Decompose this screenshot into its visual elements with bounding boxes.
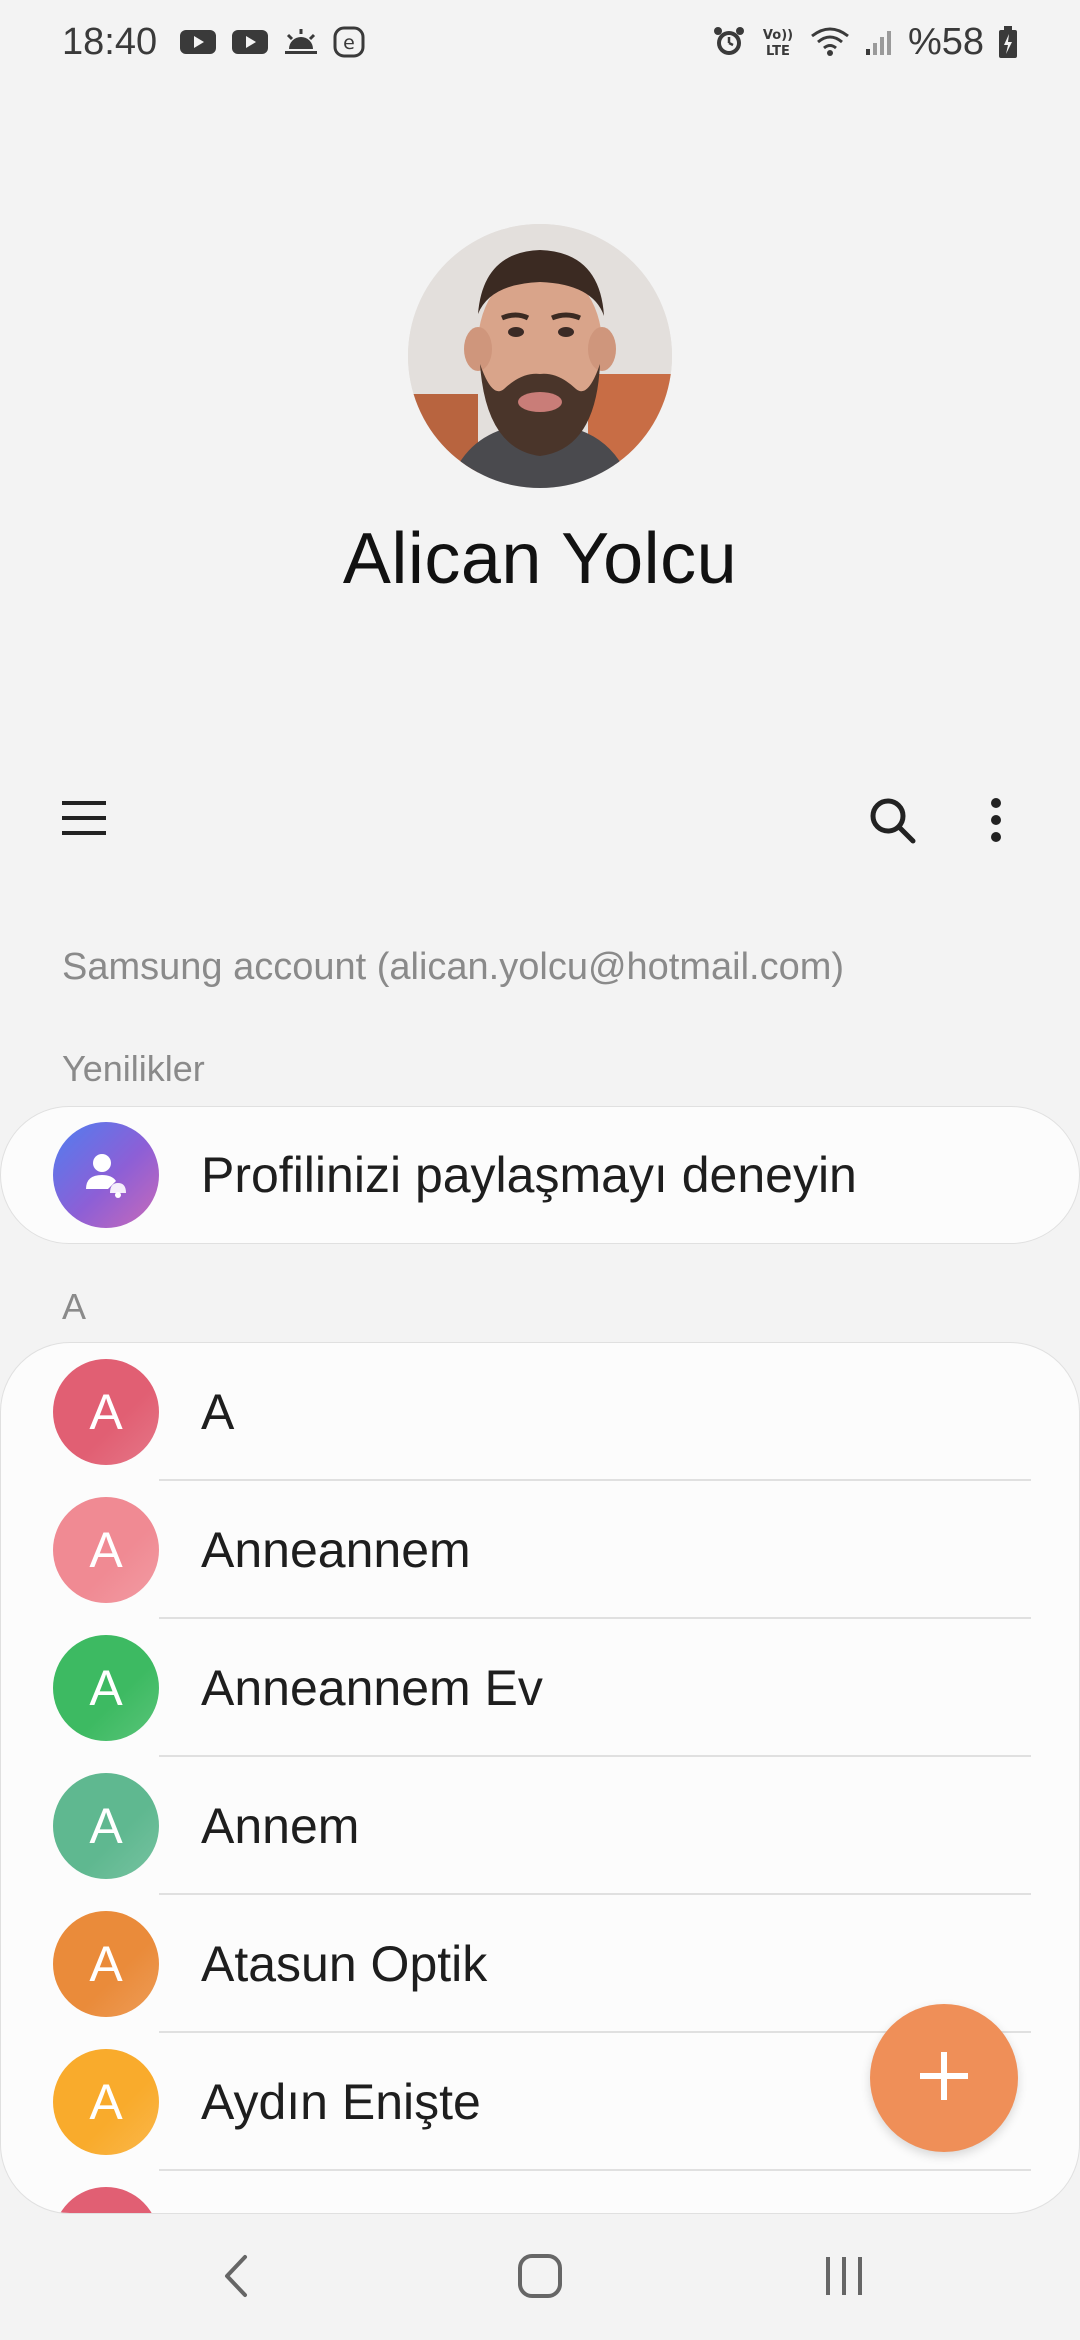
- volte-icon: Vo)) LTE: [760, 25, 796, 59]
- contact-row[interactable]: AA: [1, 1343, 1079, 1481]
- contact-row[interactable]: A Annem: [1, 1757, 1079, 1895]
- home-button[interactable]: [490, 2238, 590, 2318]
- navigation-bar: [0, 2218, 1080, 2340]
- contact-name: Aydın Enişte: [201, 2074, 481, 2130]
- status-bar: 18:40 e Vo)) LTE %58: [0, 0, 1080, 84]
- youtube-icon: [231, 28, 269, 56]
- svg-text:Vo)): Vo)): [763, 28, 793, 43]
- contact-avatar: A: [53, 1497, 159, 1603]
- weather-icon: [283, 27, 319, 57]
- battery-icon: [998, 25, 1018, 59]
- profile-name: Alican Yolcu: [342, 519, 738, 599]
- contact-name: Atasun Optik: [201, 1936, 488, 1992]
- contact-avatar: A: [53, 2049, 159, 2155]
- alarm-icon: [712, 25, 746, 59]
- contact-avatar: A: [53, 1635, 159, 1741]
- share-profile-card[interactable]: Profilinizi paylaşmayı deneyin: [0, 1106, 1080, 1244]
- more-vert-icon: [990, 797, 1002, 848]
- share-profile-text: Profilinizi paylaşmayı deneyin: [201, 1147, 857, 1203]
- contact-row[interactable]: A Anneannem Ev: [1, 1619, 1079, 1757]
- contact-row[interactable]: A Anneannem: [1, 1481, 1079, 1619]
- contact-avatar: A: [53, 1359, 159, 1465]
- contacts-section-header: A: [62, 1286, 87, 1327]
- contact-row[interactable]: [1, 2171, 1079, 2213]
- status-time: 18:40: [62, 20, 158, 63]
- recents-button[interactable]: [794, 2238, 894, 2318]
- status-bar-right: Vo)) LTE %58: [712, 21, 1018, 64]
- search-button[interactable]: [852, 782, 932, 862]
- signal-icon: [864, 27, 894, 57]
- contact-avatar: A: [53, 1911, 159, 2017]
- back-icon: [221, 2253, 251, 2304]
- plus-icon: [916, 2048, 972, 2109]
- recents-icon: [822, 2255, 866, 2302]
- wifi-icon: [810, 26, 850, 58]
- contact-avatar: A: [53, 1773, 159, 1879]
- menu-button[interactable]: [44, 780, 124, 860]
- svg-text:LTE: LTE: [766, 44, 790, 59]
- share-profile-icon: [53, 1122, 159, 1228]
- back-button[interactable]: [186, 2238, 286, 2318]
- status-bar-left: 18:40 e: [62, 21, 365, 64]
- samsung-account-label[interactable]: Samsung account (alican.yolcu@hotmail.co…: [62, 946, 844, 989]
- contact-name: A: [201, 1384, 235, 1440]
- home-icon: [517, 2253, 563, 2304]
- contact-avatar: [53, 2187, 159, 2213]
- search-icon: [867, 795, 917, 850]
- battery-percent: %58: [907, 20, 984, 63]
- profile-avatar[interactable]: [408, 224, 672, 488]
- svg-text:e: e: [343, 32, 355, 54]
- contact-name: Anneannem: [201, 1522, 471, 1578]
- contact-name: Anneannem Ev: [201, 1660, 543, 1716]
- more-options-button[interactable]: [956, 782, 1036, 862]
- add-contact-button[interactable]: [870, 2004, 1018, 2152]
- menu-icon: [62, 798, 106, 843]
- whats-new-header: Yenilikler: [62, 1048, 205, 1089]
- youtube-icon: [179, 28, 217, 56]
- e-app-icon: e: [333, 26, 365, 58]
- contact-name: Annem: [201, 1798, 360, 1854]
